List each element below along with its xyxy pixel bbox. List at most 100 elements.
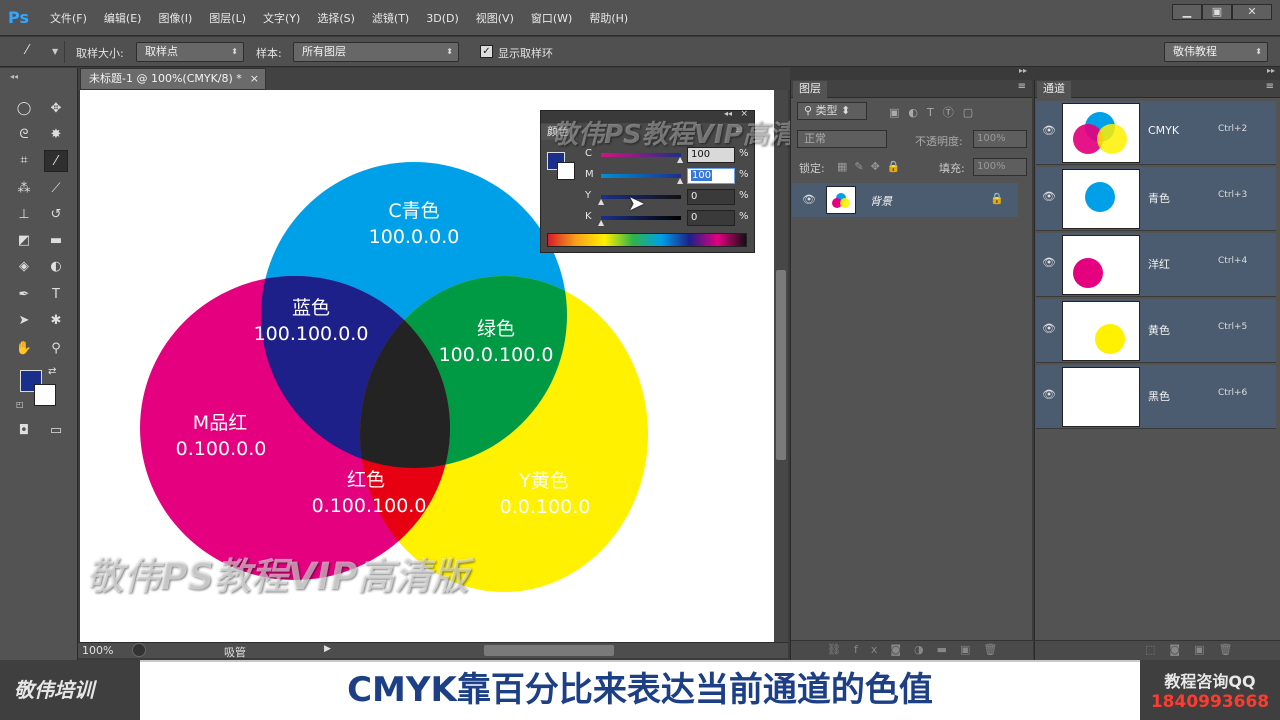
pen-tool-icon[interactable]: ✒ [12,284,36,306]
menu-help[interactable]: 帮助(H) [589,10,628,26]
channel-m-slider[interactable] [601,174,681,178]
red-value: 0.100.100.0 [311,495,427,517]
dodge-tool-icon[interactable]: ◐ [44,256,68,278]
restore-button[interactable]: ▣ [1202,4,1232,20]
layer-footer-icons[interactable]: ⛓fx◙◑▬▣🗑 [827,643,1010,656]
close-tab-icon[interactable]: × [250,69,259,89]
menu-file[interactable]: 文件(F) [50,10,87,26]
brush-tool-icon[interactable]: ⟋ [44,178,68,200]
visibility-eye-icon[interactable]: 👁 [1042,191,1056,202]
channel-c-slider[interactable] [601,153,681,157]
panel-menu-icon[interactable]: ≡ [1266,81,1274,92]
swap-colors-icon[interactable]: ⇄ [48,366,56,377]
menu-3d[interactable]: 3D(D) [426,12,459,25]
visibility-eye-icon[interactable]: 👁 [1042,257,1056,268]
color-ramp[interactable] [547,233,747,247]
move-tool-icon[interactable]: ✥ [44,98,68,120]
menu-window[interactable]: 窗口(W) [531,10,572,26]
gradient-tool-icon[interactable]: ▬ [44,230,68,252]
type-tool-icon[interactable]: T [44,284,68,306]
marquee-tool-icon[interactable]: ◯ [12,98,36,120]
status-info-icon[interactable] [132,643,146,657]
lasso-tool-icon[interactable]: ᘓ [12,124,36,146]
visibility-eye-icon[interactable]: 👁 [1042,323,1056,334]
expand-icon[interactable]: ▸▸ [1019,66,1027,75]
clone-stamp-icon[interactable]: ⊥ [12,204,36,226]
hand-tool-icon[interactable]: ✋ [12,338,36,360]
filter-icons[interactable]: ▣◐TⓉ▢ [889,104,982,120]
eyedropper-icon[interactable]: ⁄ [26,43,46,61]
zoom-level[interactable]: 100% [82,644,113,657]
sample-size-select[interactable]: 取样点 ⬍ [136,42,244,62]
visibility-eye-icon[interactable]: 👁 [1042,389,1056,400]
tool-preset-arrow-icon[interactable]: ▼ [52,47,58,56]
crop-tool-icon[interactable]: ⌗ [12,150,36,172]
show-ring-checkbox[interactable]: ✓ [480,45,493,58]
slider-handle-icon[interactable]: ▲ [677,155,683,164]
workspace-select[interactable]: 敬伟教程 ⬍ [1164,42,1268,62]
close-button[interactable]: ✕ [1232,4,1272,20]
background-color-swatch[interactable] [34,384,56,406]
default-colors-icon[interactable]: ◰ [16,400,24,409]
channel-row-cyan[interactable]: 👁 青色 Ctrl+3 [1036,167,1276,231]
healing-brush-icon[interactable]: ⁂ [12,178,36,200]
slider-handle-icon[interactable]: ▲ [598,218,604,227]
history-brush-icon[interactable]: ↺ [44,204,68,226]
menu-type[interactable]: 文字(Y) [263,10,300,26]
layer-name[interactable]: 背景 [870,193,892,209]
channel-k-input[interactable]: 0 [687,210,735,226]
expand-icon[interactable]: ▸▸ [1267,66,1275,75]
channel-m-input[interactable]: 100 [687,168,735,184]
scroll-thumb[interactable] [776,270,786,460]
path-select-icon[interactable]: ➤ [12,310,36,332]
eraser-tool-icon[interactable]: ◩ [12,230,36,252]
slider-handle-icon[interactable]: ▲ [677,176,683,185]
layer-visibility-icon[interactable]: 👁 [802,193,816,206]
menu-select[interactable]: 选择(S) [317,10,355,26]
channel-name: 洋红 [1148,258,1170,271]
collapse-icon[interactable]: ◂◂ [10,72,18,81]
tab-layers[interactable]: 图层 [793,81,827,98]
channel-row-cmyk[interactable]: 👁 CMYK Ctrl+2 [1036,101,1276,165]
eyedropper-tool-icon[interactable]: ⁄ [44,150,68,172]
opacity-label: 不透明度: [915,135,963,148]
channel-row-black[interactable]: 👁 黑色 Ctrl+6 [1036,365,1276,429]
slider-handle-icon[interactable]: ▲ [598,197,604,206]
shape-tool-icon[interactable]: ✱ [44,310,68,332]
menu-image[interactable]: 图像(I) [158,10,192,26]
cyan-value: 100.0.0.0 [368,226,460,248]
fill-input[interactable]: 100% [973,158,1027,176]
zoom-tool-icon[interactable]: ⚲ [44,338,68,360]
quick-mask-icon[interactable]: ◘ [12,420,36,442]
panel-menu-icon[interactable]: ≡ [1018,81,1026,92]
status-arrow-icon[interactable]: ▶ [324,644,331,654]
opacity-input[interactable]: 100% [973,130,1027,148]
channel-y-input[interactable]: 0 [687,189,735,205]
channel-row-yellow[interactable]: 👁 黄色 Ctrl+5 [1036,299,1276,363]
percent-label: % [739,190,749,201]
menu-view[interactable]: 视图(V) [476,10,514,26]
blend-mode-select[interactable]: 正常 [797,130,887,148]
channel-k-slider[interactable] [601,216,681,220]
bg-color-swatch[interactable] [557,162,575,180]
tab-channels[interactable]: 通道 [1037,81,1071,98]
green-value: 100.0.100.0 [438,344,554,366]
visibility-eye-icon[interactable]: 👁 [1042,125,1056,136]
menu-edit[interactable]: 编辑(E) [104,10,142,26]
horizontal-scroll-thumb[interactable] [484,645,614,656]
lock-icons[interactable]: ▦✎✥🔒 [837,160,908,173]
menu-filter[interactable]: 滤镜(T) [372,10,409,26]
menu-layer[interactable]: 图层(L) [209,10,246,26]
screen-mode-icon[interactable]: ▭ [44,420,68,442]
magic-wand-icon[interactable]: ✸ [44,124,68,146]
document-tab[interactable]: 未标题-1 @ 100%(CMYK/8) * × [80,68,266,90]
layer-filter-select[interactable]: ⚲ 类型 ⬍ [797,102,867,120]
select-arrow-icon: ⬍ [1255,47,1262,56]
channel-shortcut: Ctrl+5 [1218,322,1248,332]
sample-select[interactable]: 所有图层 ⬍ [293,42,459,62]
channel-row-magenta[interactable]: 👁 洋红 Ctrl+4 [1036,233,1276,297]
channel-footer-icons[interactable]: ⬚◙▣🗑 [1145,643,1246,656]
minimize-button[interactable]: ▁ [1172,4,1202,20]
blur-tool-icon[interactable]: ◈ [12,256,36,278]
layer-row-background[interactable]: 👁 背景 🔒 [792,183,1018,217]
